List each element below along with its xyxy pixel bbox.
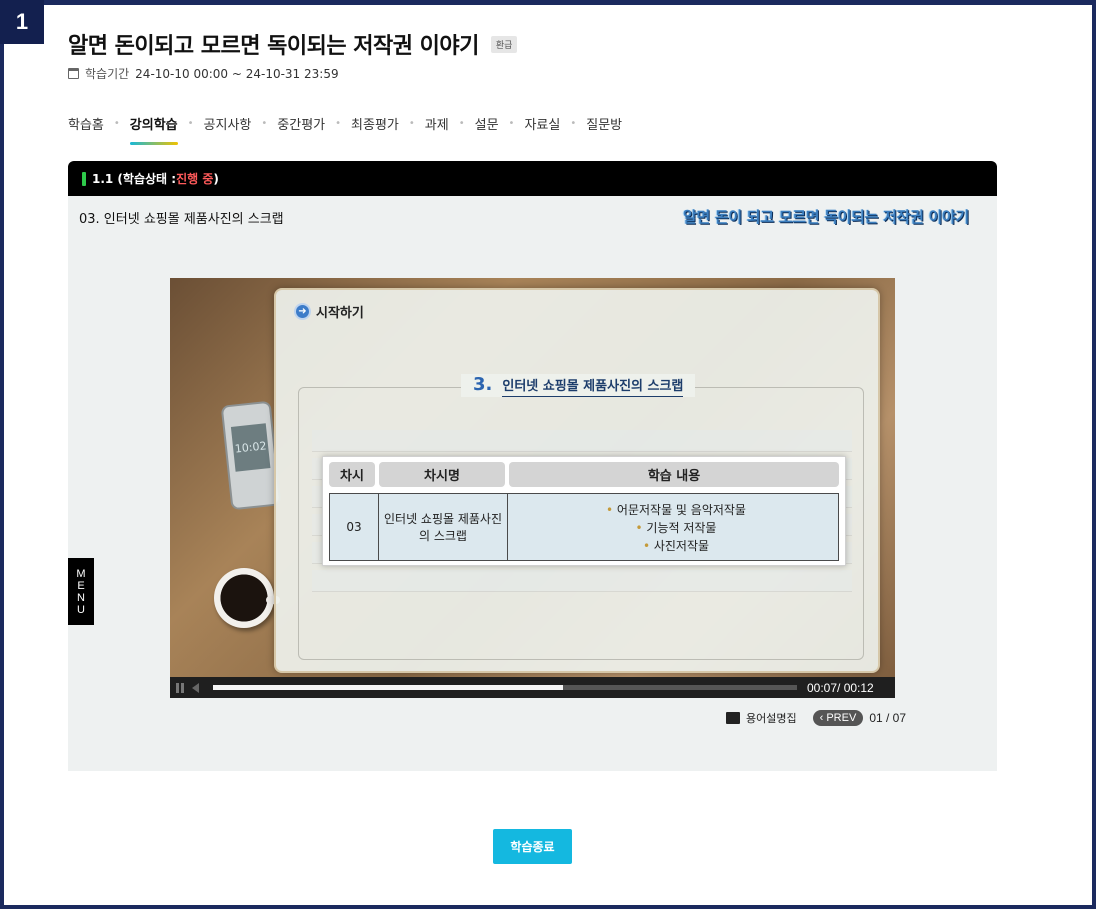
course-title-row: 알면 돈이되고 모르면 독이되는 저작권 이야기 환급 — [68, 28, 518, 60]
pause-icon[interactable] — [176, 682, 184, 693]
tab-separator: • — [508, 118, 515, 129]
table-header-row: 차시 차시명 학습 내용 — [329, 462, 839, 487]
menu-letter: E — [77, 579, 85, 592]
phone-illustration: 10:02 — [220, 400, 282, 511]
bg-row — [312, 570, 852, 592]
player-controls: 00:07/ 00:12 — [170, 677, 895, 698]
status-indicator-icon — [82, 171, 86, 186]
bg-row — [312, 430, 852, 452]
start-label-row: ➜ 시작하기 — [294, 302, 364, 321]
table-row: 03 인터넷 쇼핑몰 제품사진의 스크랩 어문저작물 및 음악저작물 기능적 저… — [329, 493, 839, 561]
lecture-slide: ➜ 시작하기 3. 인터넷 쇼핑몰 제품사진의 스크랩 차시 차시명 학습 내용… — [274, 288, 880, 673]
coffee-cup-illustration — [214, 568, 274, 628]
arrow-right-icon: ➜ — [294, 303, 311, 320]
lesson-status-bar: 1.1 (학습상태 : 진행 중 ) — [68, 161, 997, 196]
tab-home[interactable]: 학습홈 — [68, 114, 104, 145]
status-badge: 진행 중 — [176, 172, 214, 186]
tab-separator: • — [261, 118, 268, 129]
course-tabs: 학습홈 • 강의학습 • 공지사항 • 중간평가 • 최종평가 • 과제 • 설… — [68, 114, 622, 145]
header-session: 차시 — [329, 462, 375, 487]
image-icon — [726, 712, 740, 724]
menu-letter: U — [77, 603, 85, 616]
video-player[interactable]: 10:02 ➜ 시작하기 3. 인터넷 쇼핑몰 제품사진의 스크랩 차시 차시명… — [170, 278, 895, 698]
tab-separator: • — [113, 118, 120, 129]
tab-separator: • — [570, 118, 577, 129]
cell-session: 03 — [330, 494, 379, 560]
header-session-name: 차시명 — [379, 462, 505, 487]
progress-fill — [213, 685, 564, 690]
start-label: 시작하기 — [316, 306, 364, 321]
tab-midterm[interactable]: 중간평가 — [277, 114, 325, 145]
content-item: 기능적 저작물 — [636, 519, 716, 536]
refund-badge: 환급 — [490, 35, 518, 53]
prev-button[interactable]: ‹ PREV — [812, 710, 864, 726]
cell-contents: 어문저작물 및 음악저작물 기능적 저작물 사진저작물 — [508, 494, 838, 560]
tab-survey[interactable]: 설문 — [475, 114, 499, 145]
tab-notice[interactable]: 공지사항 — [204, 114, 252, 145]
glossary-link[interactable]: 용어설명집 — [746, 710, 797, 726]
tab-separator: • — [408, 118, 415, 129]
menu-letter: N — [77, 591, 85, 604]
study-period-label: 학습기간 — [85, 67, 130, 81]
slide-heading: 3. 인터넷 쇼핑몰 제품사진의 스크랩 — [461, 374, 696, 397]
tab-final[interactable]: 최종평가 — [351, 114, 399, 145]
tab-qna[interactable]: 질문방 — [586, 114, 622, 145]
volume-icon[interactable] — [192, 682, 199, 693]
page-indicator: 01 / 07 — [869, 711, 907, 725]
lesson-content-table: 차시 차시명 학습 내용 03 인터넷 쇼핑몰 제품사진의 스크랩 어문저작물 … — [322, 456, 846, 566]
playback-time: 00:07/ 00:12 — [807, 680, 874, 695]
menu-letter: M — [76, 567, 86, 580]
course-title: 알면 돈이되고 모르면 독이되는 저작권 이야기 — [68, 34, 479, 59]
calendar-icon — [68, 68, 79, 79]
player-footer: 용어설명집 ‹ PREV 01 / 07 — [726, 710, 906, 726]
section-label: 1.1 (학습상태 : — [92, 172, 177, 186]
section-label-close: ) — [213, 171, 219, 186]
slide-title: 인터넷 쇼핑몰 제품사진의 스크랩 — [502, 375, 684, 397]
phone-clock: 10:02 — [230, 423, 271, 472]
end-study-button[interactable]: 학습종료 — [493, 829, 572, 864]
tab-assignment[interactable]: 과제 — [425, 114, 449, 145]
tab-separator: • — [187, 118, 194, 129]
study-period: 학습기간 24-10-10 00:00 ~ 24-10-31 23:59 — [68, 65, 339, 82]
content-item: 사진저작물 — [643, 537, 709, 554]
cell-session-name: 인터넷 쇼핑몰 제품사진의 스크랩 — [379, 494, 508, 560]
tab-separator: • — [458, 118, 465, 129]
tab-resources[interactable]: 자료실 — [524, 114, 560, 145]
tab-separator: • — [335, 118, 342, 129]
course-brand-caption: 알면 돈이 되고 모르면 독이되는 저작권 이야기 — [682, 208, 969, 226]
slide-number: 3. — [473, 374, 493, 395]
progress-bar[interactable] — [213, 685, 797, 690]
menu-toggle-button[interactable]: M E N U — [68, 558, 94, 625]
step-badge: 1 — [0, 0, 44, 44]
header-contents: 학습 내용 — [509, 462, 839, 487]
content-item: 어문저작물 및 음악저작물 — [606, 501, 746, 518]
study-period-value: 24-10-10 00:00 ~ 24-10-31 23:59 — [135, 66, 339, 81]
lesson-name: 03. 인터넷 쇼핑몰 제품사진의 스크랩 — [79, 212, 284, 227]
tab-lecture[interactable]: 강의학습 — [129, 114, 178, 145]
prev-label: PREV — [826, 712, 857, 724]
